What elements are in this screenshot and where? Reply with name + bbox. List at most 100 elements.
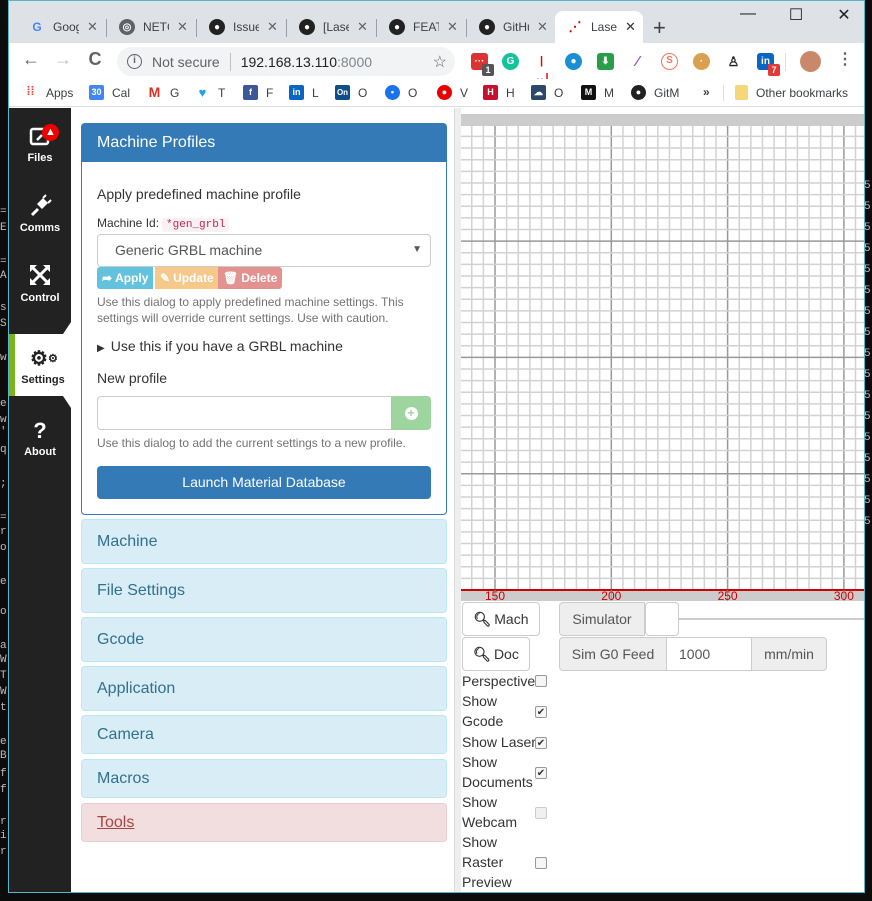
bookmark-facebook[interactable]: fF bbox=[243, 85, 273, 100]
cookie-icon[interactable]: · bbox=[693, 53, 710, 70]
section-camera[interactable]: Camera bbox=[81, 715, 447, 754]
profile-avatar[interactable] bbox=[800, 51, 821, 72]
bookmark-onenote[interactable]: On O bbox=[335, 85, 367, 100]
option-checkbox-show-gcode[interactable]: ✔ bbox=[535, 706, 547, 718]
tab-google[interactable]: G Google ✕ bbox=[17, 11, 107, 43]
section-machine[interactable]: Machine bbox=[81, 519, 447, 564]
option-checkbox-show-raster-preview[interactable] bbox=[535, 857, 547, 869]
section-file-settings[interactable]: File Settings bbox=[81, 568, 447, 613]
machine-profile-select[interactable]: Generic GRBL machine ▼ bbox=[97, 234, 431, 267]
address-bar[interactable]: i Not secure 192.168.13.110 :8000 ☆ bbox=[117, 47, 455, 76]
extension-badge: 7 bbox=[768, 64, 780, 76]
nav-control[interactable]: Control bbox=[9, 252, 71, 322]
tab-feature[interactable]: ● FEATURE ✕ bbox=[377, 11, 467, 43]
zoom-document-button[interactable]: 🔍︎ Doc bbox=[462, 637, 530, 671]
apply-profile-button[interactable]: ➦ Apply bbox=[97, 267, 154, 289]
option-checkbox-perspective[interactable] bbox=[535, 675, 547, 687]
eye-icon[interactable]: ● bbox=[565, 53, 582, 70]
settings-panel: Machine Profiles Apply predefined machin… bbox=[71, 108, 455, 892]
update-profile-button[interactable]: ✎ Update bbox=[155, 267, 219, 289]
linkedin-icon[interactable]: in 7 bbox=[757, 53, 780, 76]
other-bookmarks[interactable]: Other bookmarks bbox=[735, 85, 848, 100]
sim-feed-input[interactable]: 1000 bbox=[667, 637, 751, 671]
nav-comms[interactable]: Comms bbox=[9, 182, 71, 252]
bookmark-gmail[interactable]: MG bbox=[147, 85, 180, 100]
tab-close-icon[interactable]: ✕ bbox=[357, 19, 368, 35]
bookmark-circle[interactable]: • O bbox=[385, 85, 417, 100]
new-tab-button[interactable]: + bbox=[653, 15, 666, 41]
launch-material-database-button[interactable]: Launch Material Database bbox=[97, 466, 431, 499]
linkedin-icon: in bbox=[289, 85, 304, 100]
nav-settings[interactable]: ⚙⚙ Settings bbox=[9, 334, 71, 396]
tab-close-icon[interactable]: ✕ bbox=[267, 19, 278, 35]
onenote-icon: On bbox=[335, 85, 350, 100]
back-button[interactable]: ← bbox=[19, 49, 43, 70]
chevron-down-icon: ▼ bbox=[412, 244, 422, 255]
tab-github[interactable]: ● GitHub ✕ bbox=[467, 11, 557, 43]
tab-laserweb-issue[interactable]: ● [LaserWeb] ✕ bbox=[287, 11, 377, 43]
feather-icon[interactable]: ⁄ bbox=[629, 53, 646, 70]
magnifier-icon: 🔍︎ bbox=[473, 645, 491, 662]
new-profile-help-text: Use this dialog to add the current setti… bbox=[97, 436, 406, 450]
section-gcode[interactable]: Gcode bbox=[81, 617, 447, 662]
tab-close-icon[interactable]: ✕ bbox=[537, 19, 548, 35]
tab-close-icon[interactable]: ✕ bbox=[447, 19, 458, 35]
tab-close-icon[interactable]: ✕ bbox=[177, 19, 188, 35]
tab-netgear[interactable]: ◎ NETGEAR ✕ bbox=[107, 11, 197, 43]
download-icon[interactable]: ⬇ bbox=[597, 53, 614, 70]
option-checkbox-show-laser[interactable]: ✔ bbox=[535, 737, 547, 749]
bookmark-star-icon[interactable]: ☆ bbox=[433, 52, 447, 72]
resize-icon[interactable]: |↔| bbox=[533, 53, 550, 84]
add-profile-button[interactable]: + bbox=[391, 396, 431, 430]
option-label: Show Laser bbox=[462, 734, 536, 750]
tab-close-icon[interactable]: ✕ bbox=[625, 19, 636, 35]
apply-help-text: Use this dialog to apply predefined mach… bbox=[97, 295, 404, 325]
nav-about[interactable]: ? About bbox=[9, 406, 71, 476]
info-icon[interactable]: i bbox=[127, 54, 142, 69]
twitter-icon: ♥ bbox=[198, 85, 207, 100]
tab-laserweb[interactable]: ⋰ LaserWeb ✕ bbox=[555, 11, 643, 43]
grid-canvas[interactable]: 150200250300350400450 bbox=[461, 114, 865, 601]
simulator-slider-handle[interactable] bbox=[645, 602, 679, 636]
tab-issues[interactable]: ● Issues ✕ bbox=[197, 11, 287, 43]
machine-profiles-title[interactable]: Machine Profiles bbox=[82, 124, 446, 162]
bookmark-h[interactable]: HH bbox=[483, 85, 515, 100]
bookmark-cal[interactable]: 30 Cal bbox=[89, 85, 130, 100]
bookmarks-overflow-button[interactable]: » bbox=[703, 85, 710, 99]
zoom-machine-button[interactable]: 🔍︎ Mach bbox=[462, 602, 540, 636]
circle-icon: • bbox=[385, 85, 400, 100]
bookmark-m[interactable]: MM bbox=[581, 85, 614, 100]
section-application[interactable]: Application bbox=[81, 666, 447, 711]
bookmark-twitter[interactable]: ♥ T bbox=[195, 85, 226, 100]
menu-kebab-icon[interactable]: ⋮ bbox=[833, 49, 857, 69]
bookmark-vodafone[interactable]: ● V bbox=[437, 85, 468, 100]
bookmark-cloud[interactable]: ☁ O bbox=[531, 85, 563, 100]
grammarly-icon[interactable]: G bbox=[502, 53, 519, 70]
new-profile-input[interactable] bbox=[97, 396, 392, 430]
bird-icon[interactable]: ♙ bbox=[725, 53, 742, 70]
section-macros[interactable]: Macros bbox=[81, 759, 447, 798]
maximize-button[interactable]: ☐ bbox=[781, 5, 811, 25]
bookmark-linkedin[interactable]: in L bbox=[289, 85, 319, 100]
workspace-canvas[interactable]: 150200250300350400450 bbox=[461, 114, 865, 601]
simulator-control: Simulator bbox=[559, 602, 864, 636]
tab-close-icon[interactable]: ✕ bbox=[87, 19, 98, 35]
delete-profile-button[interactable]: 🗑 Delete bbox=[218, 267, 283, 289]
forward-button[interactable]: → bbox=[51, 49, 75, 70]
bookmark-gitm[interactable]: ● GitM bbox=[631, 85, 679, 100]
minimize-button[interactable]: — bbox=[733, 5, 763, 23]
close-window-button[interactable]: ✕ bbox=[829, 5, 859, 25]
grbl-details-toggle[interactable]: ▶ Use this if you have a GRBL machine bbox=[97, 338, 343, 354]
stylus-icon[interactable]: S bbox=[661, 53, 678, 70]
section-tools[interactable]: Tools bbox=[81, 803, 447, 842]
plug-icon bbox=[27, 194, 53, 220]
bookmark-apps[interactable]: ⁞⁞ Apps bbox=[23, 85, 74, 100]
cloud-icon: ☁ bbox=[531, 85, 546, 100]
extension-red-icon[interactable]: ··· 1 bbox=[471, 53, 494, 76]
option-checkbox-show-documents[interactable]: ✔ bbox=[535, 767, 547, 779]
nav-files[interactable]: Files ▲ bbox=[9, 112, 71, 182]
option-label: Show Raster Preview bbox=[462, 834, 512, 890]
github-icon: ● bbox=[479, 19, 495, 35]
reload-button[interactable]: C bbox=[83, 49, 107, 70]
option-label: Show Webcam bbox=[462, 794, 517, 830]
